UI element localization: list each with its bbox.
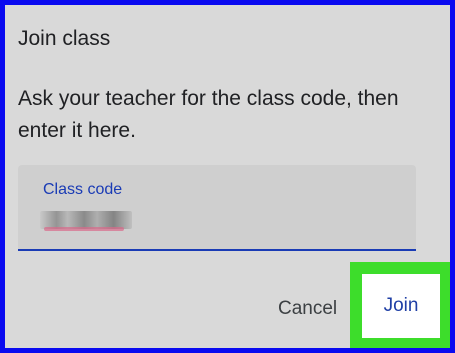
class-code-field-underline: [18, 249, 416, 251]
join-button[interactable]: Join: [362, 274, 440, 338]
obscured-text-underline: [44, 227, 124, 231]
class-code-value-obscured[interactable]: [40, 207, 132, 233]
class-code-label: Class code: [43, 181, 123, 198]
class-code-field[interactable]: Class code: [18, 165, 416, 251]
dialog-title: Join class: [18, 27, 111, 50]
cancel-button[interactable]: Cancel: [278, 298, 337, 320]
instructions-text: Ask your teacher for the class code, the…: [18, 87, 399, 142]
